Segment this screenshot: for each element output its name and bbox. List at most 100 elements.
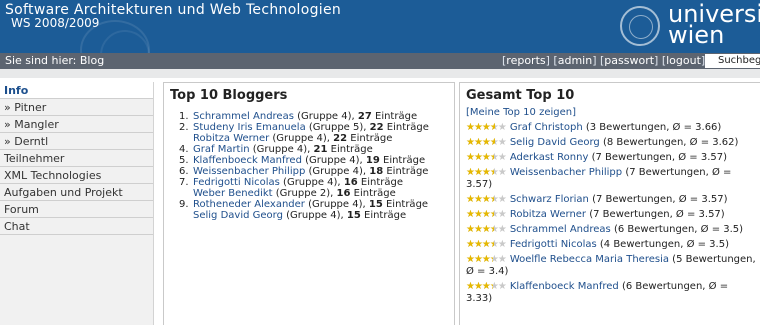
top-bloggers-list: 1. Schrammel Andreas (Gruppe 4), 27 Eintr…	[164, 111, 454, 221]
gesamt-row: ★★★★★★★★★★Schwarz Florian (7 Bewertungen…	[460, 194, 760, 206]
star-rating-icon: ★★★★★★★★★★	[466, 239, 507, 250]
star-rating-icon: ★★★★★★★★★★	[466, 209, 507, 220]
blogger-group: (Gruppe 4),	[252, 144, 311, 155]
blogger-group: (Gruppe 4),	[308, 199, 366, 210]
blogger-row: 4. Graf Martin (Gruppe 4), 21 Einträge	[164, 144, 454, 155]
gesamt-top-list: ★★★★★★★★★★Graf Christoph (3 Bewertungen,…	[460, 122, 760, 305]
reports-link[interactable]: reports	[506, 54, 545, 67]
blogger-row: Weber Benedikt (Gruppe 2), 16 Einträge	[164, 188, 454, 199]
blogger-count: 16	[336, 188, 351, 199]
gesamt-row: ★★★★★★★★★★Weissenbacher Philipp (7 Bewer…	[460, 167, 760, 191]
sidebar-item[interactable]: XML Technologies	[0, 167, 153, 184]
sidebar-item[interactable]: Info	[0, 82, 153, 99]
blogger-row: 5. Klaffenboeck Manfred (Gruppe 4), 19 Ei…	[164, 155, 454, 166]
blogger-name-link[interactable]: Klaffenboeck Manfred	[193, 155, 302, 166]
sidebar-item[interactable]: » Mangler	[0, 116, 153, 133]
gesamt-row: ★★★★★★★★★★Klaffenboeck Manfred (6 Bewert…	[460, 281, 760, 305]
sidebar-item[interactable]: » Pitner	[0, 99, 153, 116]
blogger-row: 9. Rotheneder Alexander (Gruppe 4), 15 Ei…	[164, 199, 454, 210]
gesamt-name-link[interactable]: Fedrigotti Nicolas	[510, 239, 597, 250]
blogger-suffix: Einträge	[350, 133, 393, 144]
star-rating-icon: ★★★★★★★★★★	[466, 152, 507, 163]
blogger-name-link[interactable]: Robitza Werner	[193, 133, 269, 144]
blogger-rank: 6.	[179, 166, 189, 177]
blogger-name-link[interactable]: Graf Martin	[193, 144, 250, 155]
gesamt-detail: (6 Bewertungen, Ø = 3.5)	[613, 224, 744, 235]
sidebar-item[interactable]: » Derntl	[0, 133, 153, 150]
star-rating-icon: ★★★★★★★★★★	[466, 167, 507, 178]
blogger-suffix: Einträge	[383, 155, 426, 166]
university-seal-icon	[620, 6, 660, 46]
logout-link[interactable]: logout	[666, 54, 701, 67]
sidebar-item[interactable]: Teilnehmer	[0, 150, 153, 167]
star-rating-icon: ★★★★★★★★★★	[466, 137, 507, 148]
blogger-suffix: Einträge	[386, 166, 429, 177]
gesamt-row: ★★★★★★★★★★Schrammel Andreas (6 Bewertung…	[460, 224, 760, 236]
blogger-rank: 7.	[179, 177, 189, 188]
blogger-suffix: Einträge	[330, 144, 373, 155]
blogger-name-link[interactable]: Schrammel Andreas	[193, 111, 294, 122]
passwort-link[interactable]: passwort	[604, 54, 654, 67]
blogger-rank: 5.	[179, 155, 189, 166]
gesamt-detail: (7 Bewertungen, Ø = 3.57)	[591, 152, 728, 163]
my-top-10-link[interactable]: [Meine Top 10 zeigen]	[466, 107, 760, 119]
gesamt-detail: (4 Bewertungen, Ø = 3.5)	[599, 239, 729, 250]
gesamt-row: ★★★★★★★★★★Aderkast Ronny (7 Bewertungen,…	[460, 152, 760, 164]
blogger-name-link[interactable]: Selig David Georg	[193, 210, 283, 221]
gesamt-row: ★★★★★★★★★★Robitza Werner (7 Bewertungen,…	[460, 209, 760, 221]
gesamt-top-panel: Gesamt Top 10 [Meine Top 10 zeigen] ★★★★…	[459, 82, 760, 325]
page-subtitle: WS 2008/2009	[11, 16, 100, 30]
blogger-count: 18	[369, 166, 384, 177]
search-input[interactable]: Suchbegriff	[705, 54, 760, 68]
spacer-strip	[0, 69, 760, 78]
gesamt-name-link[interactable]: Schrammel Andreas	[510, 224, 611, 235]
star-rating-icon: ★★★★★★★★★★	[466, 122, 507, 133]
blogger-group: (Gruppe 2),	[275, 188, 334, 199]
gesamt-name-link[interactable]: Graf Christoph	[510, 122, 583, 133]
blogger-name-link[interactable]: Studeny Iris Emanuela	[193, 122, 306, 133]
star-rating-icon: ★★★★★★★★★★	[466, 281, 507, 292]
blogger-row: 2. Studeny Iris Emanuela (Gruppe 5), 22 E…	[164, 122, 454, 133]
gesamt-name-link[interactable]: Klaffenboeck Manfred	[510, 281, 619, 292]
sidebar-item[interactable]: Chat	[0, 218, 153, 235]
star-rating-icon: ★★★★★★★★★★	[466, 254, 507, 265]
top-bloggers-title: Top 10 Bloggers	[170, 88, 288, 103]
gesamt-detail: (7 Bewertungen, Ø = 3.57)	[592, 194, 728, 205]
blogger-count: 16	[343, 177, 358, 188]
blogger-name-link[interactable]: Weissenbacher Philipp	[193, 166, 305, 177]
gesamt-top-title: Gesamt Top 10	[466, 88, 575, 103]
gesamt-name-link[interactable]: Schwarz Florian	[510, 194, 589, 205]
blogger-suffix: Einträge	[375, 111, 418, 122]
blogger-name-link[interactable]: Fedrigotti Nicolas	[193, 177, 280, 188]
gesamt-name-link[interactable]: Robitza Werner	[510, 209, 586, 220]
sidebar-item[interactable]: Aufgaben und Projekt	[0, 184, 153, 201]
blogger-suffix: Einträge	[385, 199, 429, 210]
blogger-group: (Gruppe 4),	[272, 133, 330, 144]
blogger-count: 21	[313, 144, 328, 155]
gesamt-detail: (8 Bewertungen, Ø = 3.62)	[602, 137, 739, 148]
blogger-group: (Gruppe 4),	[305, 155, 363, 166]
university-logo-line2: wien	[668, 21, 725, 49]
blogger-count: 27	[357, 111, 372, 122]
admin-link[interactable]: admin	[558, 54, 592, 67]
blogger-row: 7. Fedrigotti Nicolas (Gruppe 4), 16 Eint…	[164, 177, 454, 188]
gesamt-row: ★★★★★★★★★★Fedrigotti Nicolas (4 Bewertun…	[460, 239, 760, 251]
blogger-group: (Gruppe 4),	[308, 166, 367, 177]
gesamt-detail: (7 Bewertungen, Ø = 3.57)	[589, 209, 725, 220]
blogger-count: 22	[333, 133, 348, 144]
gesamt-row: ★★★★★★★★★★Woelfle Rebecca Maria Theresia…	[460, 254, 760, 278]
sidebar-item[interactable]: Forum	[0, 201, 153, 218]
gesamt-name-link[interactable]: Selig David Georg	[510, 137, 600, 148]
blogger-name-link[interactable]: Rotheneder Alexander	[193, 199, 305, 210]
blogger-rank: 4.	[179, 144, 189, 155]
blogger-name-link[interactable]: Weber Benedikt	[193, 188, 273, 199]
gesamt-name-link[interactable]: Weissenbacher Philipp	[510, 167, 622, 178]
gesamt-detail: (3 Bewertungen, Ø = 3.66)	[585, 122, 722, 133]
blogger-count: 15	[346, 210, 361, 221]
gesamt-name-link[interactable]: Woelfle Rebecca Maria Theresia	[510, 254, 669, 265]
blogger-row: Robitza Werner (Gruppe 4), 22 Einträge	[164, 133, 454, 144]
gesamt-name-link[interactable]: Aderkast Ronny	[510, 152, 589, 163]
blogger-suffix: Einträge	[386, 122, 429, 133]
gesamt-row: ★★★★★★★★★★Selig David Georg (8 Bewertung…	[460, 137, 760, 149]
blogger-row: 1. Schrammel Andreas (Gruppe 4), 27 Eintr…	[164, 111, 454, 122]
